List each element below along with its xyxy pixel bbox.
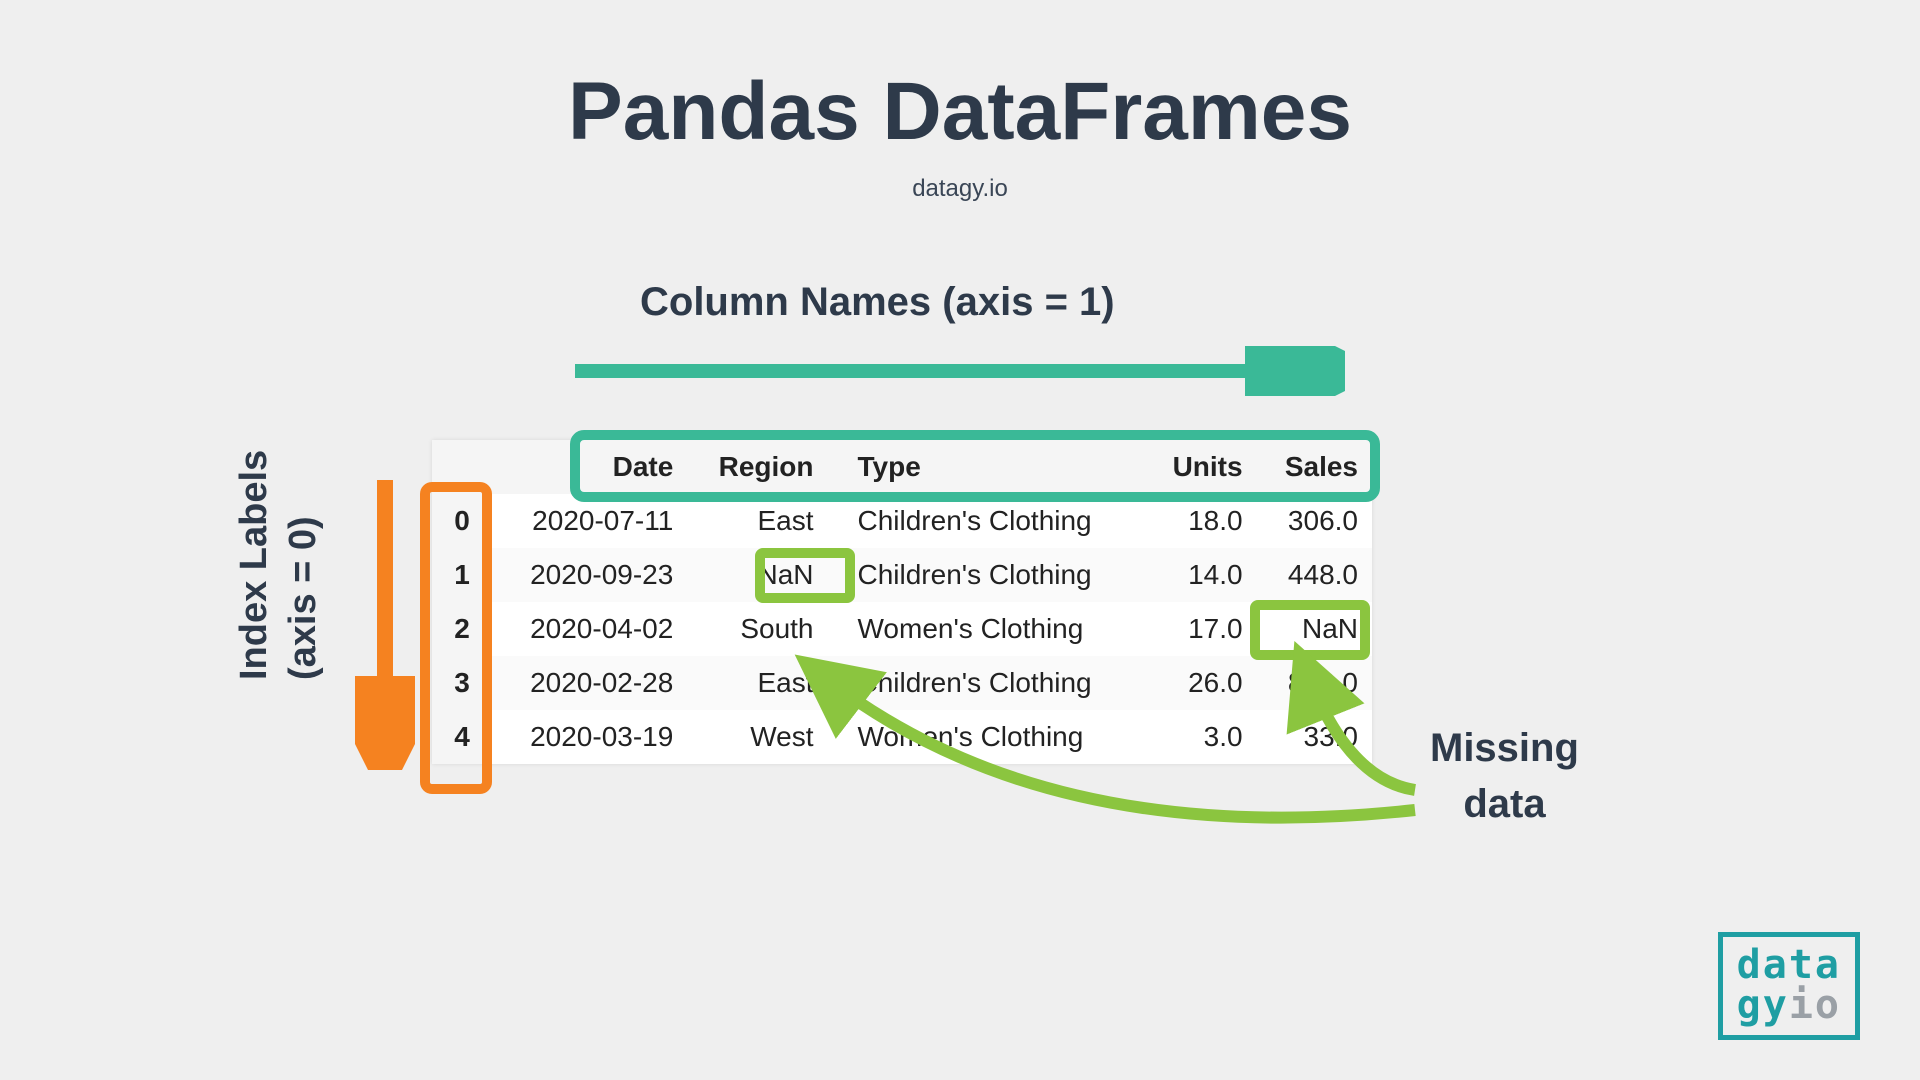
nan-highlight-sales xyxy=(1250,600,1370,660)
missing-data-label: Missing data xyxy=(1430,720,1579,832)
cell-units: 18.0 xyxy=(1145,494,1257,548)
nan-highlight-region xyxy=(755,548,855,603)
axis0-text: (axis = 0) xyxy=(282,516,324,680)
cell-date: 2020-07-11 xyxy=(492,494,687,548)
index-labels-label: Index Labels (axis = 0) xyxy=(230,450,329,680)
column-names-label: Column Names (axis = 1) xyxy=(640,280,1115,325)
arrow-right-icon xyxy=(575,346,1345,396)
cell-date: 2020-03-19 xyxy=(492,710,687,764)
cell-region: West xyxy=(687,710,827,764)
cell-region: East xyxy=(687,656,827,710)
missing-line1: Missing xyxy=(1430,726,1579,770)
cell-region: East xyxy=(687,494,827,548)
page-title: Pandas DataFrames xyxy=(0,65,1920,159)
table-row: 2 2020-04-02 South Women's Clothing 17.0… xyxy=(432,602,1372,656)
cell-type: Children's Clothing xyxy=(828,656,1145,710)
cell-sales: 448.0 xyxy=(1257,548,1372,602)
index-labels-text: Index Labels xyxy=(233,450,275,680)
logo-line2a: gy xyxy=(1737,982,1789,1028)
index-labels-highlight xyxy=(420,482,492,794)
cell-date: 2020-04-02 xyxy=(492,602,687,656)
cell-region: South xyxy=(687,602,827,656)
cell-units: 26.0 xyxy=(1145,656,1257,710)
missing-line2: data xyxy=(1463,782,1545,826)
table-row: 4 2020-03-19 West Women's Clothing 3.0 3… xyxy=(432,710,1372,764)
cell-units: 3.0 xyxy=(1145,710,1257,764)
cell-units: 17.0 xyxy=(1145,602,1257,656)
logo-line2b: io xyxy=(1789,982,1841,1028)
cell-type: Children's Clothing xyxy=(828,494,1145,548)
page-subtitle: datagy.io xyxy=(0,175,1920,203)
cell-date: 2020-02-28 xyxy=(492,656,687,710)
cell-date: 2020-09-23 xyxy=(492,548,687,602)
cell-sales: 306.0 xyxy=(1257,494,1372,548)
cell-type: Children's Clothing xyxy=(828,548,1145,602)
column-names-highlight xyxy=(570,430,1380,502)
arrow-down-icon xyxy=(355,480,415,770)
datagy-logo: data gyio xyxy=(1718,932,1860,1040)
table-row: 3 2020-02-28 East Children's Clothing 26… xyxy=(432,656,1372,710)
cell-units: 14.0 xyxy=(1145,548,1257,602)
cell-sales: 33.0 xyxy=(1257,710,1372,764)
cell-sales: 832.0 xyxy=(1257,656,1372,710)
table-row: 0 2020-07-11 East Children's Clothing 18… xyxy=(432,494,1372,548)
table-row: 1 2020-09-23 NaN Children's Clothing 14.… xyxy=(432,548,1372,602)
logo-line1: data xyxy=(1737,945,1841,985)
cell-type: Women's Clothing xyxy=(828,602,1145,656)
cell-type: Women's Clothing xyxy=(828,710,1145,764)
